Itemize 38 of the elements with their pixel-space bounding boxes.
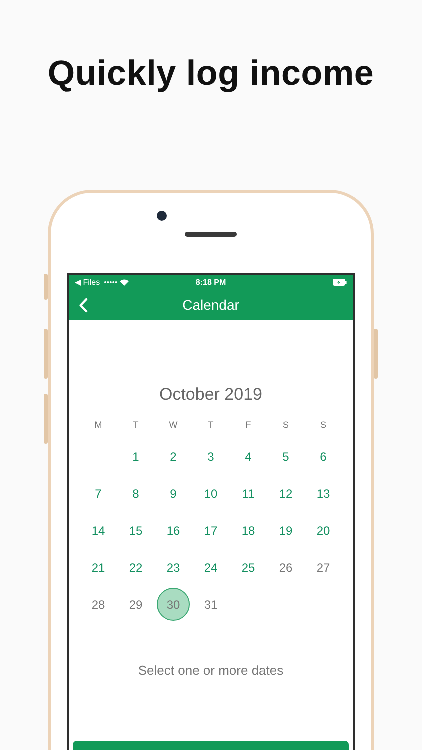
calendar-day[interactable]: 12: [270, 477, 302, 510]
weekday-label: S: [282, 419, 290, 432]
hint-text: Select one or more dates: [138, 663, 284, 678]
calendar-day[interactable]: 8: [120, 477, 152, 510]
weekday-label: F: [244, 419, 252, 432]
month-title: October 2019: [159, 384, 262, 406]
calendar-day[interactable]: 2: [157, 440, 190, 473]
calendar-day[interactable]: 19: [270, 514, 302, 547]
calendar-day[interactable]: 24: [194, 551, 228, 584]
calendar-day[interactable]: 10: [194, 477, 228, 510]
calendar-day[interactable]: 15: [120, 514, 152, 547]
calendar-day[interactable]: 21: [82, 551, 115, 584]
weekday-label: T: [207, 419, 215, 432]
calendar-day[interactable]: 25: [232, 551, 265, 584]
back-to-app-label[interactable]: ◀ Files: [75, 278, 100, 286]
calendar-day[interactable]: 1: [120, 440, 152, 473]
calendar-day[interactable]: 9: [157, 477, 190, 510]
status-time: 8:18 PM: [196, 278, 226, 286]
calendar-day[interactable]: 23: [157, 551, 190, 584]
calendar-day[interactable]: 11: [232, 477, 265, 510]
weekday-label: M: [94, 419, 104, 432]
calendar-day[interactable]: 20: [307, 514, 340, 547]
calendar-day[interactable]: 7: [82, 477, 115, 510]
calendar-day[interactable]: 18: [232, 514, 265, 547]
calendar-day[interactable]: 22: [120, 551, 152, 584]
calendar-day[interactable]: 14: [82, 514, 115, 547]
weekday-label: S: [319, 419, 328, 432]
calendar-day[interactable]: 13: [307, 477, 340, 510]
weekday-label: W: [168, 419, 179, 432]
calendar-day[interactable]: 17: [194, 514, 228, 547]
calendar-day[interactable]: 5: [270, 440, 302, 473]
weekday-label: T: [132, 419, 140, 432]
headline: Quickly log income: [48, 53, 374, 95]
screen-title: Calendar: [182, 296, 240, 312]
calendar-day[interactable]: 6: [307, 440, 340, 473]
calendar-day[interactable]: 4: [232, 440, 265, 473]
calendar-day[interactable]: 3: [194, 440, 228, 473]
calendar-day[interactable]: 16: [157, 514, 190, 547]
